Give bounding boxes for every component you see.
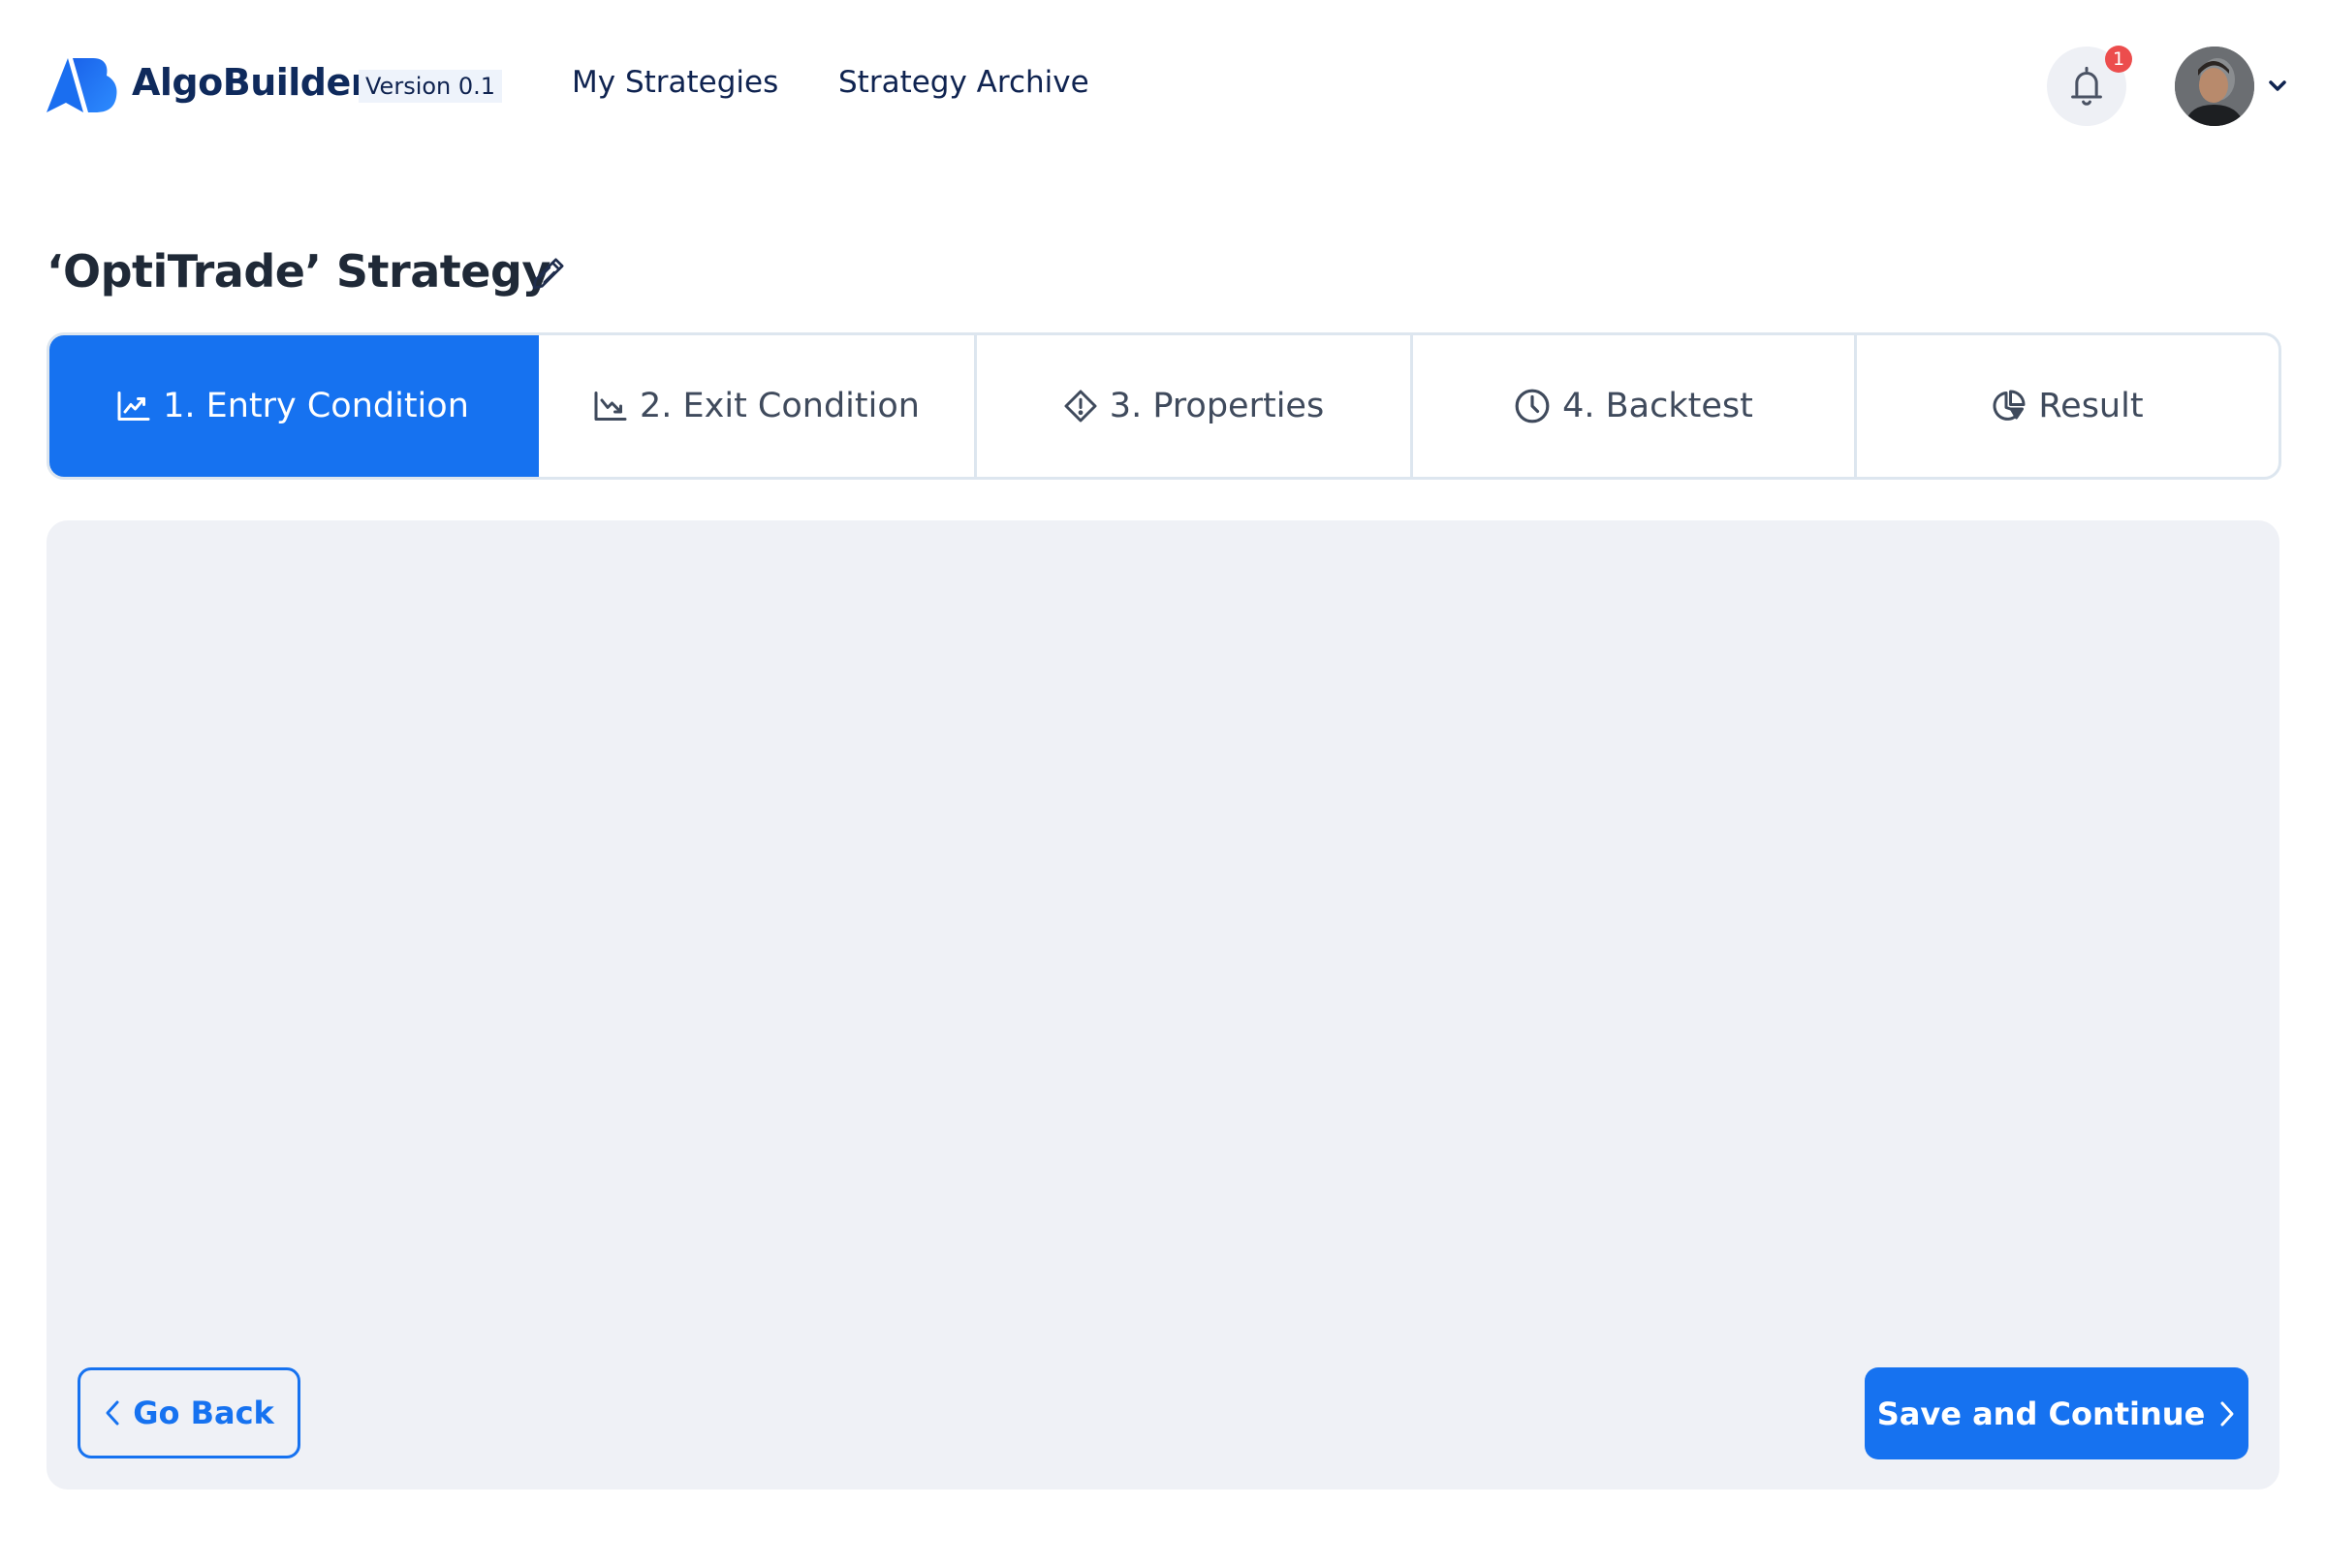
chevron-down-icon[interactable] xyxy=(2266,76,2289,95)
diamond-alert-icon xyxy=(1064,390,1097,423)
tab-properties[interactable]: 3. Properties xyxy=(977,335,1413,477)
chart-trend-down-icon xyxy=(594,392,627,421)
tab-label: Result xyxy=(2038,387,2144,425)
save-and-continue-button[interactable]: Save and Continue xyxy=(1865,1367,2248,1459)
tab-label: 4. Backtest xyxy=(1562,387,1753,425)
page-title: ‘OptiTrade’ Strategy xyxy=(47,245,550,298)
chart-trend-up-icon xyxy=(117,392,150,421)
chevron-right-icon xyxy=(2220,1401,2234,1426)
brand-name: AlgoBuilder xyxy=(132,61,369,104)
algobuilder-logo[interactable] xyxy=(47,56,118,116)
go-back-button[interactable]: Go Back xyxy=(78,1367,300,1458)
step-tabs: 1. Entry Condition 2. Exit Condition 3. … xyxy=(47,332,2281,480)
chevron-left-icon xyxy=(106,1400,119,1426)
save-label: Save and Continue xyxy=(1876,1395,2206,1432)
tab-label: 2. Exit Condition xyxy=(640,387,920,425)
user-avatar[interactable] xyxy=(2175,47,2254,126)
tab-entry-condition[interactable]: 1. Entry Condition xyxy=(49,335,539,477)
tab-result[interactable]: Result xyxy=(1857,335,2279,477)
bell-icon xyxy=(2071,66,2102,106)
pencil-icon xyxy=(532,258,564,290)
tab-label: 1. Entry Condition xyxy=(163,387,469,425)
tab-exit-condition[interactable]: 2. Exit Condition xyxy=(539,335,977,477)
go-back-label: Go Back xyxy=(133,1395,274,1431)
notification-count-badge: 1 xyxy=(2105,46,2132,73)
version-badge: Version 0.1 xyxy=(359,70,503,103)
nav-strategy-archive[interactable]: Strategy Archive xyxy=(838,60,1089,105)
pie-chart-icon xyxy=(1993,390,2026,421)
entry-condition-panel xyxy=(47,520,2279,1490)
clock-icon xyxy=(1515,389,1550,423)
edit-title-button[interactable] xyxy=(529,254,568,293)
tab-label: 3. Properties xyxy=(1109,387,1325,425)
nav-my-strategies[interactable]: My Strategies xyxy=(572,60,778,105)
tab-backtest[interactable]: 4. Backtest xyxy=(1413,335,1857,477)
